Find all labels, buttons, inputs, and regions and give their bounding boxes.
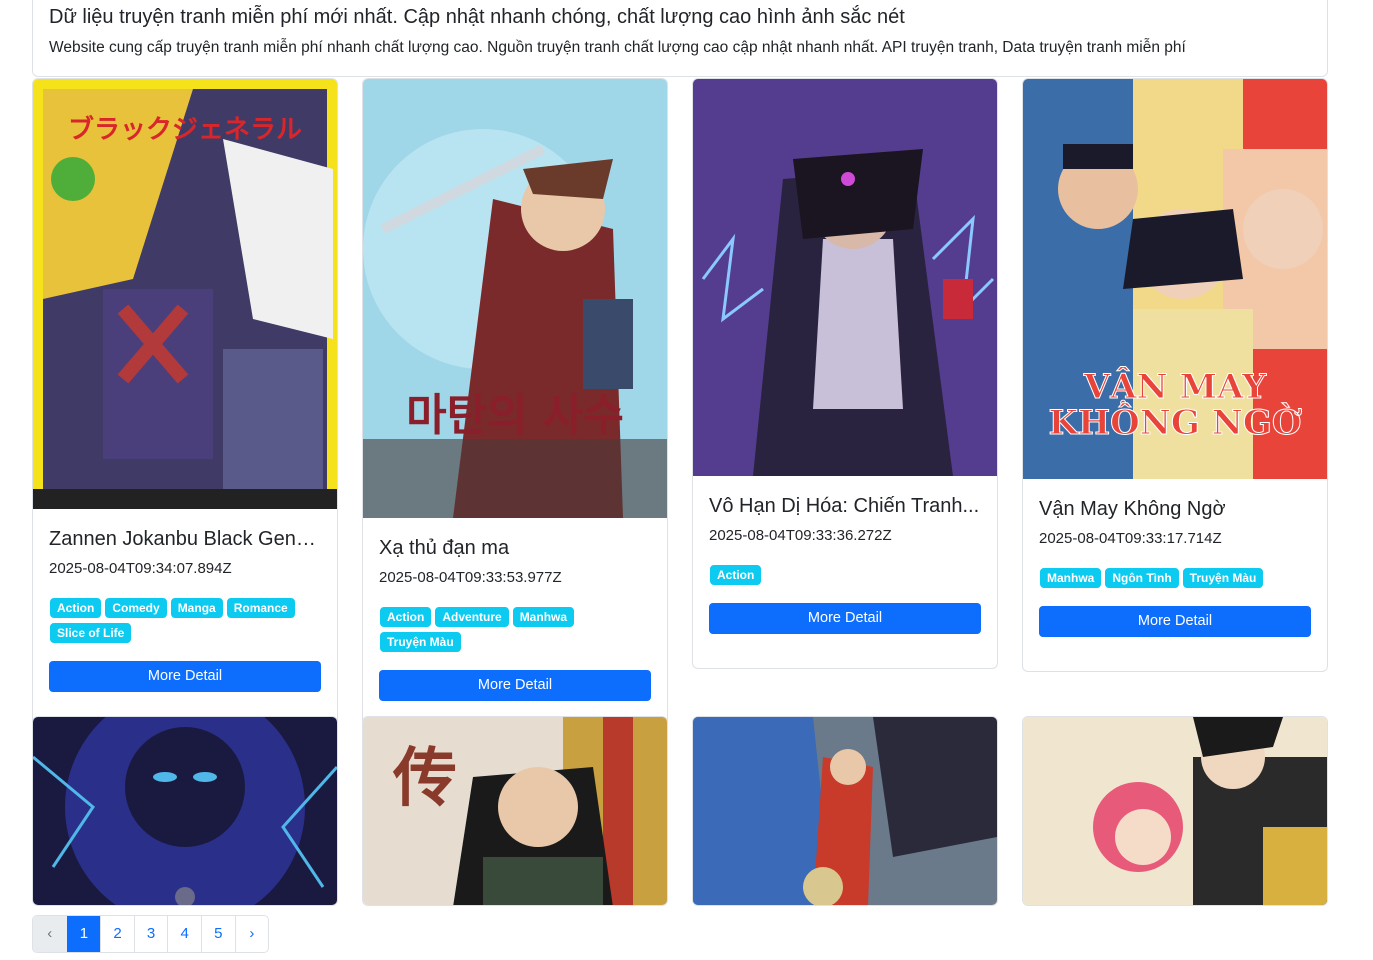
pagination: ‹ 1 2 3 4 5 › — [32, 915, 270, 953]
genre-tag[interactable]: Action — [709, 564, 763, 586]
pagination-page-2[interactable]: 2 — [100, 916, 134, 952]
comic-cover-image[interactable]: 传 — [363, 717, 667, 905]
comic-card: VẬN MAY KHÔNG NGỜ Vận May Không Ngờ 2025… — [1022, 78, 1328, 672]
comic-title[interactable]: Zannen Jokanbu Black Gene... — [49, 527, 321, 551]
card-body: Xạ thủ đạn ma 2025-08-04T09:33:53.977Z A… — [363, 536, 667, 734]
pagination-page-5[interactable]: 5 — [200, 916, 235, 952]
hero-title: Dữ liệu truyện tranh miễn phí mới nhất. … — [49, 6, 905, 28]
comic-title[interactable]: Xạ thủ đạn ma — [379, 536, 651, 560]
cover-title: 마탄의 사수 — [406, 390, 624, 441]
comic-card — [32, 716, 338, 906]
comic-updated-date: 2025-08-04T09:34:07.894Z — [49, 560, 232, 577]
genre-tags: Action Adventure Manhwa Truyện Màu — [379, 606, 629, 656]
genre-tag[interactable]: Romance — [225, 597, 296, 619]
genre-tag[interactable]: Manhwa — [1039, 567, 1103, 589]
comic-cover-image[interactable]: 마탄의 사수 — [363, 79, 667, 518]
comic-card: ブラックジェネラル Zannen Jokanbu Black Gene... 2… — [32, 78, 338, 728]
comic-card: 마탄의 사수 Xạ thủ đạn ma 2025-08-04T09:33:53… — [362, 78, 668, 735]
card-body: Zannen Jokanbu Black Gene... 2025-08-04T… — [33, 527, 337, 727]
comic-cover-image[interactable] — [693, 79, 997, 476]
comic-updated-date: 2025-08-04T09:33:17.714Z — [1039, 530, 1222, 547]
comic-cover-image[interactable]: VẬN MAY KHÔNG NGỜ — [1023, 79, 1327, 479]
genre-tag[interactable]: Ngôn Tình — [1104, 567, 1180, 589]
pagination-page-1[interactable]: 1 — [66, 916, 101, 952]
more-detail-button[interactable]: More Detail — [709, 603, 981, 634]
comic-cover-image[interactable] — [1023, 717, 1327, 905]
pagination-prev-button[interactable]: ‹ — [33, 916, 67, 952]
card-body: Vô Hạn Dị Hóa: Chiến Tranh... 2025-08-04… — [693, 494, 997, 668]
pagination-next-button[interactable]: › — [234, 916, 269, 952]
comic-title[interactable]: Vận May Không Ngờ — [1039, 497, 1311, 521]
comic-cover-image[interactable] — [33, 717, 337, 905]
comic-card: 传 — [362, 716, 668, 906]
genre-tag[interactable]: Adventure — [434, 606, 510, 628]
comic-listing-page: Dữ liệu truyện tranh miễn phí mới nhất. … — [0, 0, 1373, 960]
cover-title: ブラックジェネラル — [67, 115, 302, 145]
more-detail-button[interactable]: More Detail — [49, 661, 321, 692]
genre-tag[interactable]: Action — [379, 606, 433, 628]
hero-card: Dữ liệu truyện tranh miễn phí mới nhất. … — [32, 0, 1328, 77]
comic-updated-date: 2025-08-04T09:33:53.977Z — [379, 569, 562, 586]
comic-card — [1022, 716, 1328, 906]
comic-updated-date: 2025-08-04T09:33:36.272Z — [709, 527, 892, 544]
cover-title: 传 — [393, 741, 457, 816]
genre-tag[interactable]: Manhwa — [511, 606, 576, 628]
card-body: Vận May Không Ngờ 2025-08-04T09:33:17.71… — [1023, 497, 1327, 671]
comic-cover-image[interactable]: ブラックジェネラル — [33, 79, 337, 509]
genre-tags: Action — [709, 564, 959, 589]
comic-card — [692, 716, 998, 906]
genre-tags: Action Comedy Manga Romance Slice of Lif… — [49, 597, 299, 647]
more-detail-button[interactable]: More Detail — [1039, 606, 1311, 637]
comic-card: Vô Hạn Dị Hóa: Chiến Tranh... 2025-08-04… — [692, 78, 998, 669]
genre-tag[interactable]: Action — [49, 597, 103, 619]
comic-cover-image[interactable] — [693, 717, 997, 905]
genre-tag[interactable]: Comedy — [104, 597, 168, 619]
genre-tag[interactable]: Slice of Life — [49, 622, 133, 644]
comic-title[interactable]: Vô Hạn Dị Hóa: Chiến Tranh... — [709, 494, 981, 518]
genre-tag[interactable]: Manga — [169, 597, 224, 619]
pagination-page-3[interactable]: 3 — [133, 916, 168, 952]
cover-title: VẬN MAY KHÔNG NGỜ — [1048, 367, 1302, 443]
genre-tag[interactable]: Truyện Màu — [1181, 567, 1265, 589]
hero-description: Website cung cấp truyện tranh miễn phí n… — [49, 39, 1186, 56]
more-detail-button[interactable]: More Detail — [379, 670, 651, 701]
genre-tag[interactable]: Truyện Màu — [379, 631, 462, 653]
genre-tags: Manhwa Ngôn Tình Truyện Màu — [1039, 567, 1289, 592]
pagination-page-4[interactable]: 4 — [167, 916, 201, 952]
